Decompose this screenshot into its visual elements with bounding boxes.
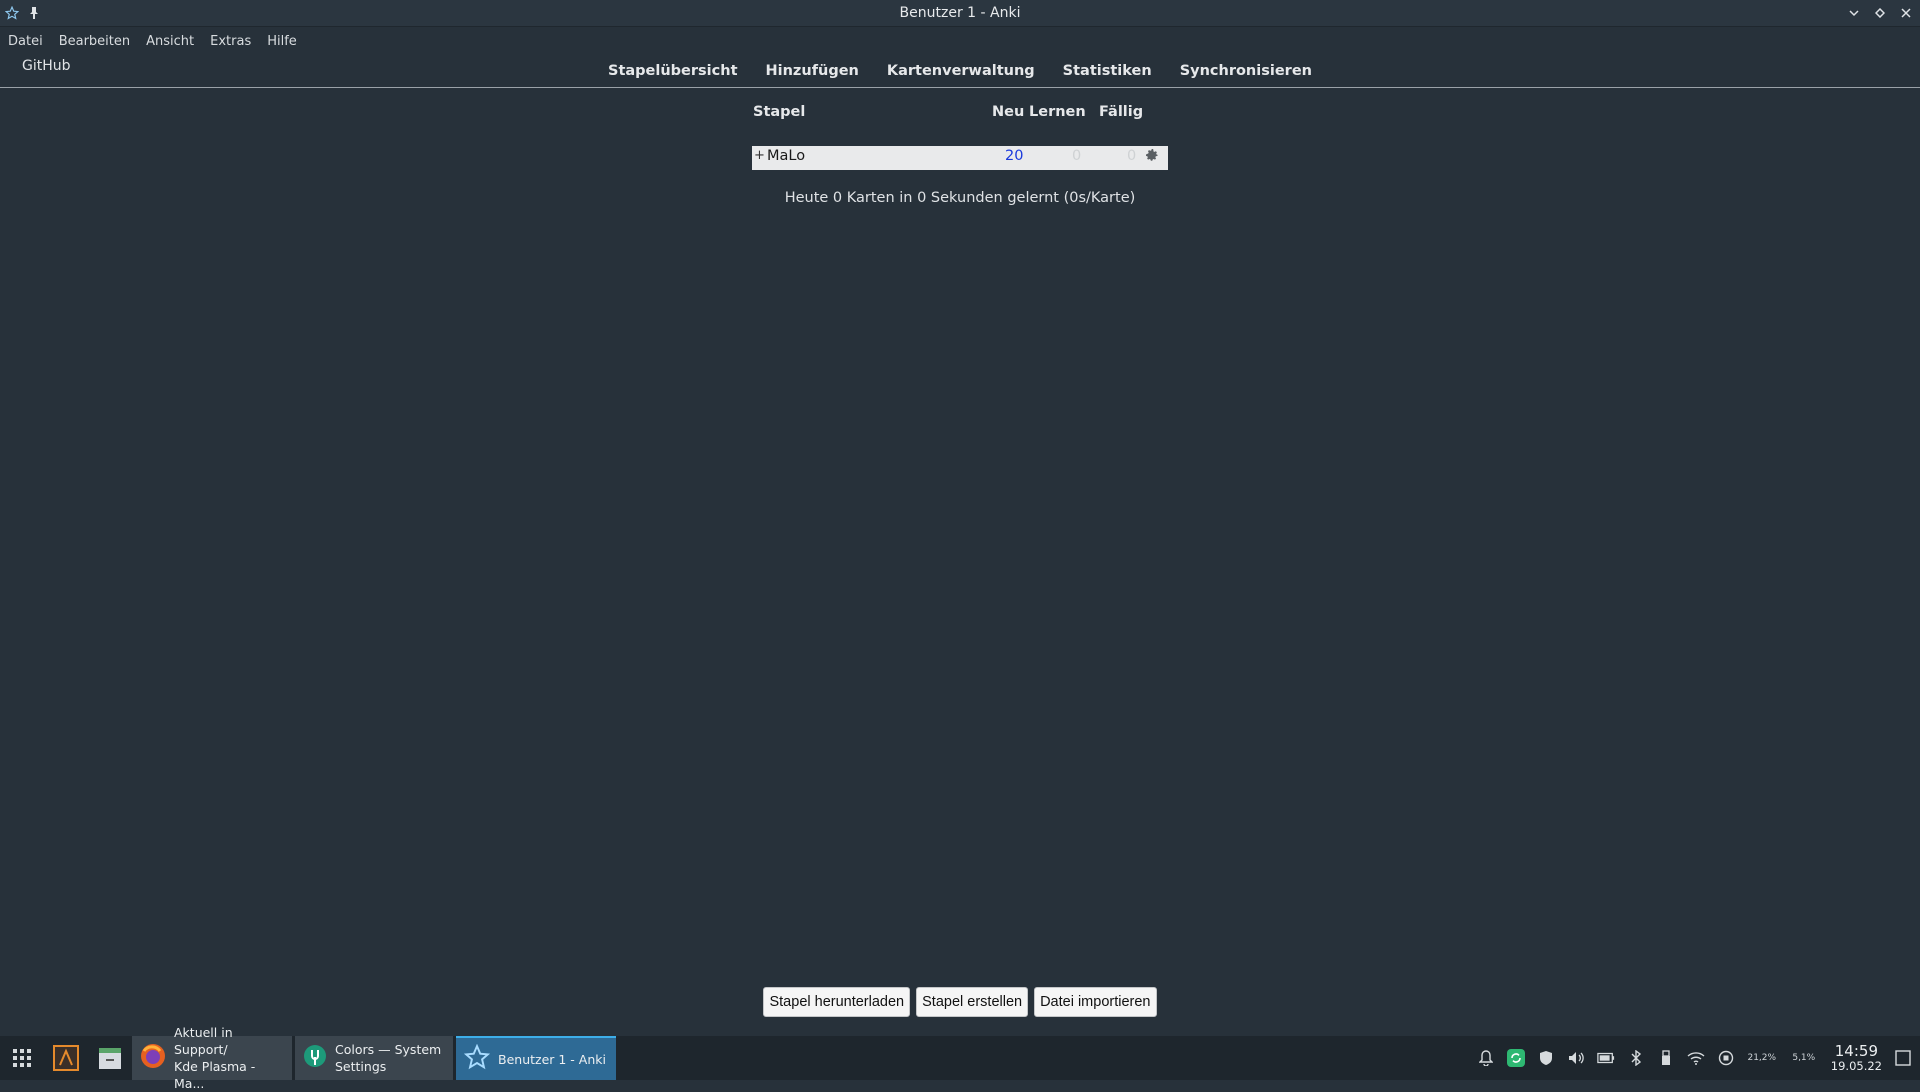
file-manager-icon[interactable]: [88, 1036, 132, 1080]
system-settings-icon: [303, 1044, 327, 1072]
bottom-buttons: Stapel herunterladen Stapel erstellen Da…: [0, 987, 1920, 1017]
window-titlebar: Benutzer 1 - Anki: [0, 0, 1920, 27]
main-nav: Stapelübersicht Hinzufügen Kartenverwalt…: [0, 63, 1920, 79]
nav-kartenverwaltung[interactable]: Kartenverwaltung: [887, 63, 1035, 79]
menu-datei[interactable]: Datei: [8, 34, 43, 49]
header-deck: Stapel: [753, 104, 806, 120]
usb-device-icon[interactable]: [1657, 1049, 1675, 1067]
system-tray: 21,2% 5,1% 14:59 19.05.22: [1477, 1036, 1920, 1080]
task-settings-line2: Settings: [335, 1059, 387, 1074]
notification-bell-icon[interactable]: [1477, 1049, 1495, 1067]
firefox-icon: [140, 1043, 166, 1073]
task-firefox-line2: Kde Plasma - Ma...: [174, 1059, 256, 1091]
window-title: Benutzer 1 - Anki: [899, 5, 1021, 21]
deck-list: Stapel Neu Lernen Fällig + MaLo 20 0 0: [752, 100, 1168, 170]
expand-toggle[interactable]: +: [754, 148, 765, 163]
study-summary: Heute 0 Karten in 0 Sekunden gelernt (0s…: [784, 190, 1136, 206]
sync-icon[interactable]: [1506, 1049, 1525, 1067]
minimize-icon[interactable]: [1846, 3, 1862, 23]
bluetooth-icon[interactable]: [1627, 1049, 1645, 1067]
deck-list-header: Stapel Neu Lernen Fällig: [752, 100, 1168, 128]
sublime-text-icon[interactable]: [44, 1036, 88, 1080]
download-decks-button[interactable]: Stapel herunterladen: [763, 987, 911, 1017]
digital-clock[interactable]: 14:59 19.05.22: [1831, 1043, 1882, 1073]
main-toolbar: GitHub Stapelübersicht Hinzufügen Karten…: [0, 54, 1920, 88]
media-stop-icon[interactable]: [1717, 1049, 1735, 1067]
header-learn: Lernen: [1029, 104, 1086, 120]
close-icon[interactable]: [1898, 3, 1914, 23]
menu-hilfe[interactable]: Hilfe: [267, 34, 297, 49]
task-firefox[interactable]: Aktuell in Support/ Kde Plasma - Ma...: [132, 1025, 292, 1091]
nav-stapeluebersicht[interactable]: Stapelübersicht: [608, 63, 737, 79]
menu-bar: Datei Bearbeiten Ansicht Extras Hilfe: [0, 28, 1920, 54]
anki-icon: [463, 1043, 491, 1074]
nav-statistiken[interactable]: Statistiken: [1063, 63, 1152, 79]
gear-icon[interactable]: [1144, 147, 1162, 167]
menu-ansicht[interactable]: Ansicht: [146, 34, 194, 49]
anki-star-icon[interactable]: [4, 3, 20, 23]
menu-extras[interactable]: Extras: [210, 34, 251, 49]
task-system-settings[interactable]: Colors — System Settings: [295, 1036, 453, 1080]
nav-synchronisieren[interactable]: Synchronisieren: [1180, 63, 1312, 79]
battery-icon[interactable]: [1597, 1049, 1615, 1067]
deck-new-count: 20: [1005, 148, 1024, 164]
import-file-button[interactable]: Datei importieren: [1034, 987, 1157, 1017]
wifi-icon[interactable]: [1687, 1049, 1705, 1067]
deck-due-count: 0: [1127, 148, 1137, 164]
deck-learn-count: 0: [1072, 148, 1082, 164]
show-desktop-icon[interactable]: [1894, 1049, 1912, 1067]
task-anki-line1: Benutzer 1 - Anki: [498, 1051, 606, 1067]
memory-monitor[interactable]: 5,1%: [1789, 1053, 1819, 1063]
header-due: Fällig: [1099, 104, 1144, 120]
task-firefox-line1: Aktuell in Support/: [174, 1025, 233, 1057]
menu-bearbeiten[interactable]: Bearbeiten: [59, 34, 130, 49]
clock-time: 14:59: [1834, 1042, 1878, 1060]
app-launcher-icon[interactable]: [0, 1036, 44, 1080]
deck-row[interactable]: + MaLo 20 0 0: [752, 146, 1168, 170]
create-deck-button[interactable]: Stapel erstellen: [916, 987, 1029, 1017]
task-settings-line1: Colors — System: [335, 1042, 442, 1057]
cpu-monitor[interactable]: 21,2%: [1747, 1053, 1777, 1063]
volume-icon[interactable]: [1567, 1049, 1585, 1067]
deck-name[interactable]: MaLo: [767, 148, 805, 164]
header-new: Neu: [992, 104, 1025, 120]
pin-icon[interactable]: [26, 3, 42, 23]
taskbar: Aktuell in Support/ Kde Plasma - Ma... C…: [0, 1025, 1920, 1091]
task-anki[interactable]: Benutzer 1 - Anki: [456, 1036, 616, 1080]
maximize-icon[interactable]: [1872, 3, 1888, 23]
nav-hinzufuegen[interactable]: Hinzufügen: [766, 63, 859, 79]
password-manager-shield-icon[interactable]: [1537, 1049, 1555, 1067]
clock-date: 19.05.22: [1830, 1059, 1882, 1073]
